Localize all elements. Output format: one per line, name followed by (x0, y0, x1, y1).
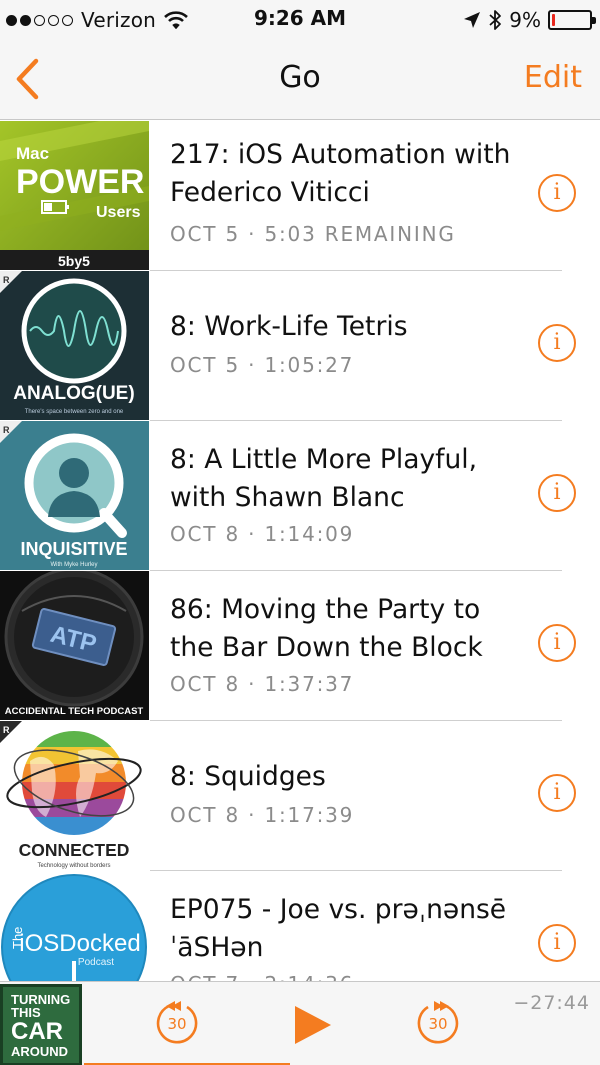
art-network-text: 5by5 (58, 253, 90, 269)
art-tagline-text: Technology without borders (37, 863, 110, 869)
skip-forward-seconds: 30 (428, 1015, 447, 1033)
art-users-text: Users (96, 204, 141, 221)
episode-meta: OCT 5 · 1:05:27 (170, 353, 355, 377)
podcast-artwork-mac-power-users: Mac POWER Users 5by5 (0, 121, 149, 270)
info-button[interactable]: i (538, 624, 576, 662)
podcast-artwork-atp: ATP ACCIDENTAL TECH PODCAST (0, 571, 149, 720)
navigation-bar: Go Edit (0, 40, 600, 120)
episode-row[interactable]: ATP ACCIDENTAL TECH PODCAST 86: Moving t… (0, 571, 600, 721)
episode-title-line: 217: iOS Automation with (170, 139, 511, 170)
battery-icon (548, 10, 596, 30)
info-button[interactable]: i (538, 474, 576, 512)
art-badge-text: R (3, 425, 10, 435)
episode-title-line: with Shawn Blanc (170, 482, 405, 513)
edit-button[interactable]: Edit (524, 60, 582, 95)
time-remaining: −27:44 (513, 992, 590, 1014)
now-playing-bar: TURNING THIS CAR AROUND 30 30 −27:44 (0, 981, 600, 1065)
art-tagline-text: There's space between zero and one (25, 409, 124, 415)
skip-forward-icon: 30 (417, 1001, 459, 1044)
location-arrow-icon (464, 12, 481, 28)
episode-meta: OCT 8 · 1:14:09 (170, 522, 355, 546)
episode-row[interactable]: The iOSDocked Podcast EP075 - Joe vs. pr… (0, 871, 600, 981)
art-sub-text: Podcast (78, 957, 114, 968)
episode-meta: OCT 8 · 1:37:37 (170, 672, 355, 696)
art-name-text: CONNECTED (19, 840, 130, 860)
battery-percent: 9% (509, 8, 541, 32)
episode-row[interactable]: R CONNECTED Technology without borders 8… (0, 721, 600, 871)
episode-title: 8: A Little More Playful, with Shawn Bla… (170, 441, 515, 517)
art-name-text: iOSDocked (19, 930, 140, 957)
episode-title-line: 86: Moving the Party to (170, 594, 481, 625)
episode-row[interactable]: R ANALOG(UE) There's space between zero … (0, 271, 600, 421)
episode-meta: OCT 5 · 5:03 REMAINING (170, 222, 456, 246)
episode-title: 217: iOS Automation with Federico Viticc… (170, 136, 515, 212)
episode-title: EP075 - Joe vs. prəˌnənsē ˈāSHən (170, 891, 515, 967)
art-tagline-text: With Myke Hurley (50, 562, 97, 568)
art-line: AROUND (11, 1044, 69, 1059)
info-button[interactable]: i (538, 324, 576, 362)
episode-title: 86: Moving the Party to the Bar Down the… (170, 591, 515, 667)
art-mac-text: Mac (16, 144, 49, 163)
podcast-artwork-iosdocked: The iOSDocked Podcast (0, 871, 149, 981)
episode-title-line: 8: A Little More Playful, (170, 444, 478, 475)
podcast-artwork-connected: R CONNECTED Technology without borders (0, 721, 149, 870)
skip-forward-button[interactable]: 30 (414, 998, 462, 1046)
episode-title-line: ˈāSHən (170, 932, 264, 963)
episode-title: 8: Squidges (170, 761, 326, 792)
status-bar: Verizon 9:26 AM 9% (0, 0, 600, 40)
episode-title: 8: Work-Life Tetris (170, 311, 408, 342)
art-badge-text: R (3, 275, 10, 285)
art-name-text: ACCIDENTAL TECH PODCAST (5, 706, 144, 717)
art-name-text: INQUISITIVE (20, 539, 127, 559)
episode-title-line: Federico Viticci (170, 177, 370, 208)
skip-back-seconds: 30 (167, 1015, 186, 1033)
episode-meta: OCT 7 · 2:14:36 (170, 972, 354, 981)
episode-title-line: the Bar Down the Block (170, 632, 483, 663)
episode-list: Mac POWER Users 5by5 217: iOS Automation… (0, 121, 600, 981)
art-name-text: ANALOG(UE) (13, 383, 134, 404)
art-line: CAR (11, 1018, 63, 1045)
episode-meta: OCT 8 · 1:17:39 (170, 803, 355, 827)
episode-title-line: EP075 - Joe vs. prəˌnənsē (170, 894, 507, 925)
play-icon (295, 1006, 331, 1044)
page-title: Go (279, 60, 321, 95)
info-button[interactable]: i (538, 924, 576, 962)
episode-row[interactable]: R INQUISITIVE With Myke Hurley 8: A Litt… (0, 421, 600, 571)
skip-back-icon: 30 (156, 1001, 198, 1044)
bluetooth-icon (489, 10, 502, 30)
status-right: 9% (463, 6, 596, 34)
play-button[interactable] (289, 1002, 335, 1048)
info-button[interactable]: i (538, 174, 576, 212)
skip-back-button[interactable]: 30 (153, 998, 201, 1046)
art-badge-text: R (3, 725, 10, 735)
now-playing-artwork[interactable]: TURNING THIS CAR AROUND (0, 984, 82, 1065)
podcast-artwork-inquisitive: R INQUISITIVE With Myke Hurley (0, 421, 149, 570)
art-power-text: POWER (16, 163, 144, 201)
info-button[interactable]: i (538, 774, 576, 812)
episode-row[interactable]: Mac POWER Users 5by5 217: iOS Automation… (0, 121, 600, 271)
podcast-artwork-analogue: R ANALOG(UE) There's space between zero … (0, 271, 149, 420)
